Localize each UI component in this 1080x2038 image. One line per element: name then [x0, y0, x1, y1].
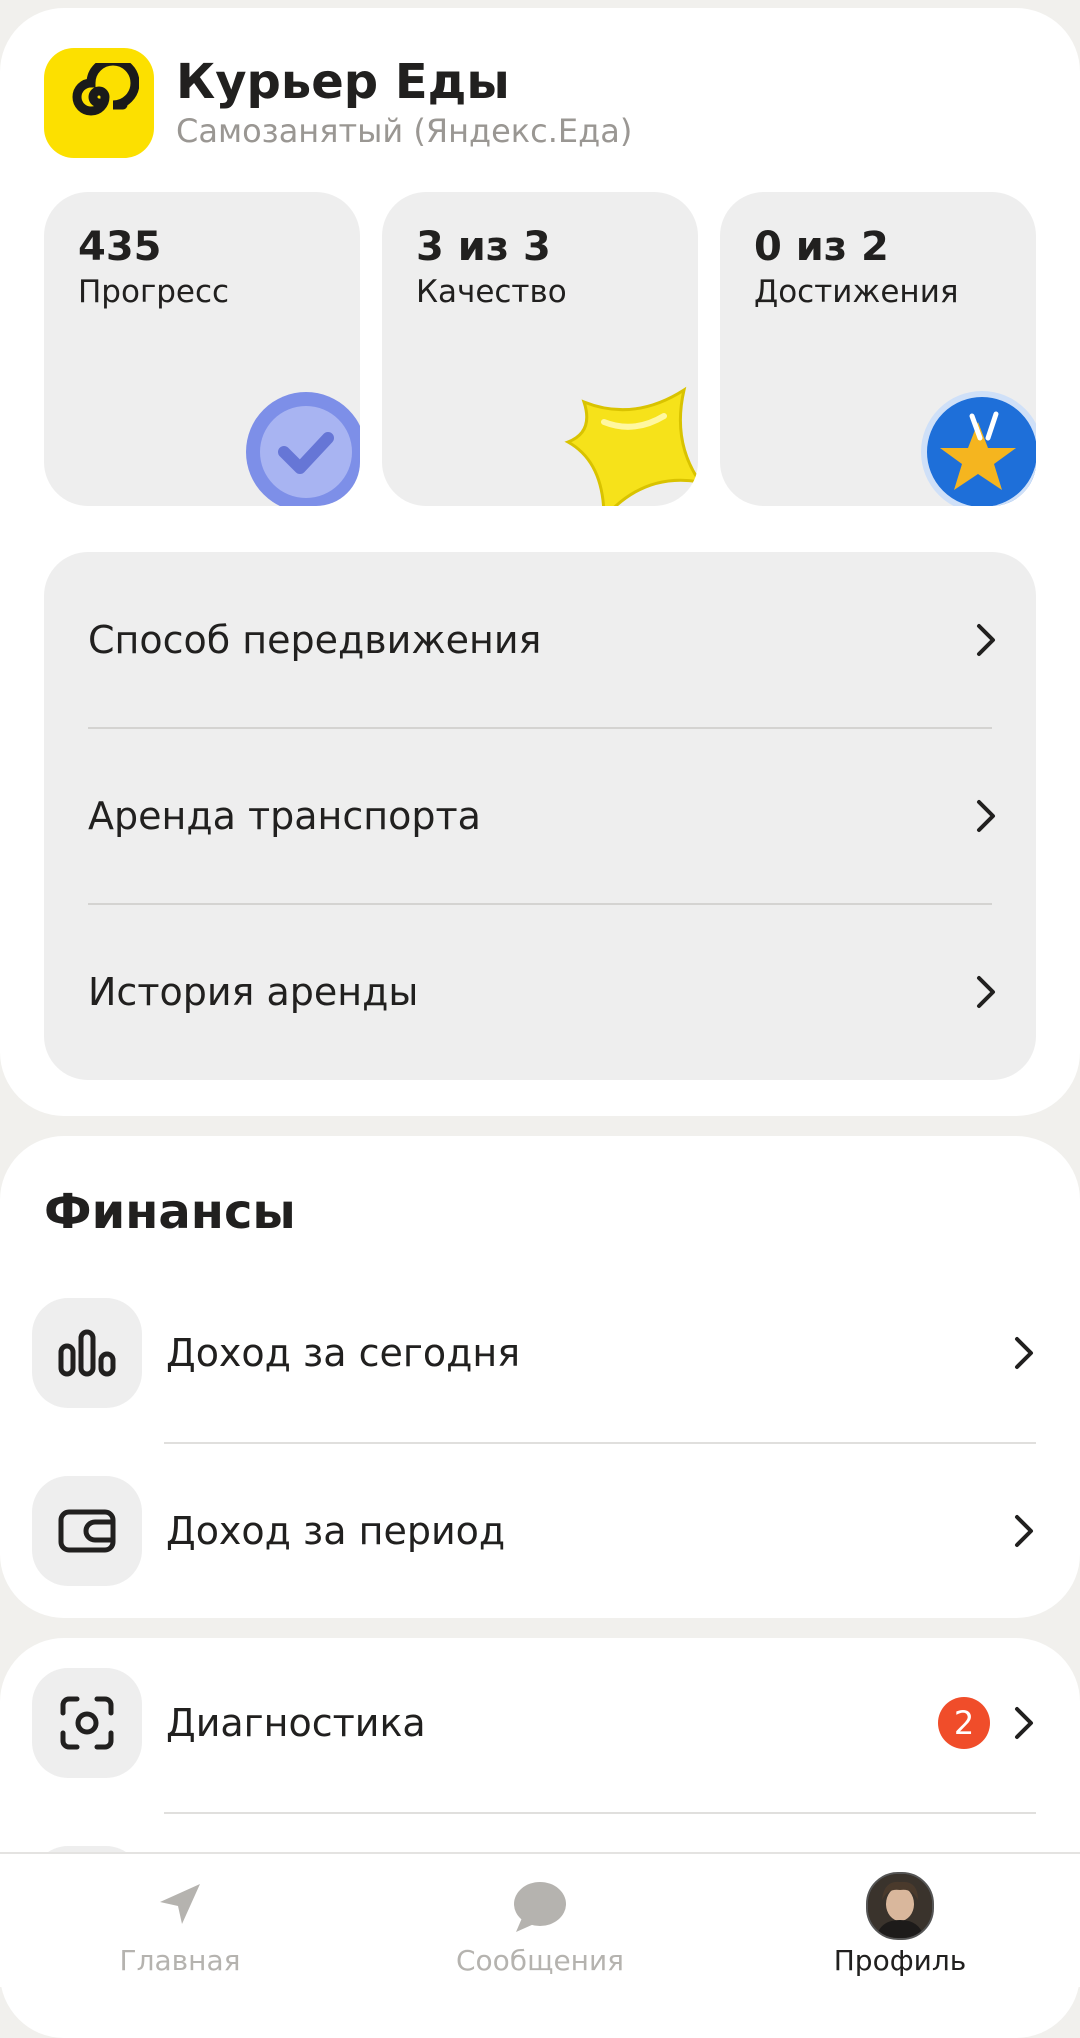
- stat-value: 435: [78, 224, 162, 270]
- check-medal-icon: [246, 392, 360, 506]
- menu-item-label: Способ передвижения: [88, 618, 542, 662]
- stat-label: Прогресс: [78, 274, 230, 310]
- page-subtitle: Самозанятый (Яндекс.Еда): [176, 112, 633, 150]
- stat-label: Качество: [416, 274, 567, 310]
- tab-messages[interactable]: Сообщения: [360, 1854, 720, 1987]
- tab-home[interactable]: Главная: [0, 1854, 360, 1987]
- tab-profile[interactable]: Профиль: [720, 1854, 1080, 1987]
- finance-item-label: Доход за сегодня: [166, 1331, 521, 1375]
- avatar: [866, 1872, 934, 1940]
- profile-card: Курьер Еды Самозанятый (Яндекс.Еда) 435 …: [0, 8, 1080, 1116]
- chevron-right-icon: [977, 624, 995, 656]
- bar-chart-icon: [58, 1329, 116, 1377]
- page-title: Курьер Еды: [176, 54, 510, 110]
- tab-label: Главная: [119, 1944, 241, 1977]
- yellow-star-medal-icon: [564, 386, 698, 506]
- chevron-right-icon: [1015, 1515, 1033, 1547]
- finance-item-income-today[interactable]: Доход за сегодня: [32, 1298, 1036, 1408]
- stat-value: 0 из 2: [754, 224, 889, 270]
- divider: [164, 1442, 1036, 1444]
- navigation-arrow-icon: [160, 1884, 200, 1924]
- stat-value: 3 из 3: [416, 224, 551, 270]
- menu-item-rental-history[interactable]: История аренды: [88, 904, 998, 1080]
- menu-item-diagnostics[interactable]: Диагностика 2: [32, 1668, 1036, 1778]
- tab-label: Сообщения: [455, 1944, 625, 1977]
- yandex-eda-logo: [44, 48, 154, 158]
- stat-tile-progress[interactable]: 435 Прогресс: [44, 192, 360, 506]
- icon-tile: [32, 1476, 142, 1586]
- chevron-right-icon: [977, 800, 995, 832]
- stat-tile-quality[interactable]: 3 из 3 Качество: [382, 192, 698, 506]
- victory-star-medal-icon: [921, 391, 1036, 506]
- finance-card: Финансы Доход за сегодня Доход за период: [0, 1136, 1080, 1618]
- menu-item-label: Диагностика: [166, 1701, 426, 1745]
- icon-tile: [32, 1668, 142, 1778]
- wallet-icon: [58, 1509, 116, 1553]
- bottom-tab-bar: Главная Сообщения Профиль: [0, 1852, 1080, 1987]
- chevron-right-icon: [1015, 1707, 1033, 1739]
- stat-label: Достижения: [754, 274, 959, 310]
- chevron-right-icon: [1015, 1337, 1033, 1369]
- spiral-icon: [72, 63, 139, 116]
- icon-tile: [32, 1298, 142, 1408]
- divider: [164, 1812, 1036, 1814]
- finance-item-income-period[interactable]: Доход за период: [32, 1476, 1036, 1586]
- user-photo-icon: [868, 1874, 932, 1938]
- menu-item-label: История аренды: [88, 970, 419, 1014]
- notification-badge: 2: [938, 1697, 990, 1749]
- camera-scan-icon: [60, 1696, 114, 1750]
- stat-tile-achievements[interactable]: 0 из 2 Достижения: [720, 192, 1036, 506]
- menu-item-label: Аренда транспорта: [88, 794, 481, 838]
- transport-menu: Способ передвижения Аренда транспорта Ис…: [44, 552, 1036, 1080]
- section-title-finance: Финансы: [44, 1184, 296, 1240]
- menu-item-transport-rental[interactable]: Аренда транспорта: [88, 728, 998, 904]
- chat-bubble-icon: [514, 1882, 566, 1932]
- finance-item-label: Доход за период: [166, 1509, 506, 1553]
- menu-item-transport-method[interactable]: Способ передвижения: [88, 552, 998, 728]
- tab-label: Профиль: [833, 1944, 967, 1977]
- chevron-right-icon: [977, 976, 995, 1008]
